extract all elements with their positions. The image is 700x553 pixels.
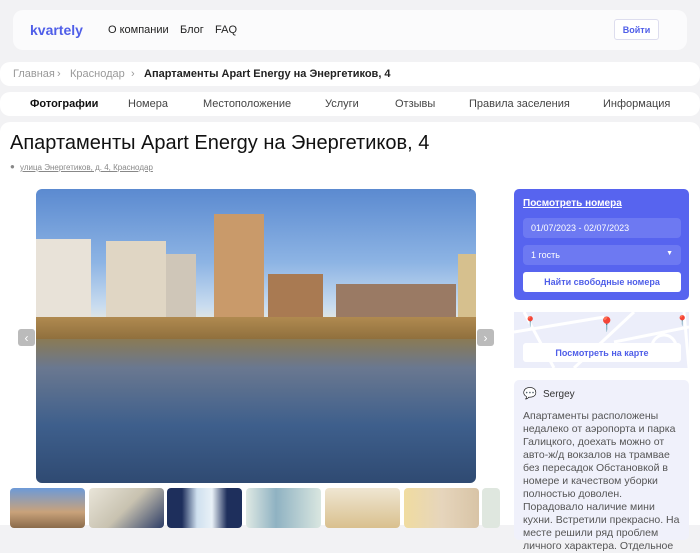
tab-reviews[interactable]: Отзывы [395,98,435,110]
date-range-input[interactable]: 01/07/2023 - 02/07/2023 [523,218,681,238]
tab-rules[interactable]: Правила заселения [469,98,570,110]
view-rooms-link[interactable]: Посмотреть номера [523,198,622,209]
breadcrumb: Главная › Краснодар › Апартаменты Apart … [0,62,700,86]
guests-select[interactable]: 1 гость ▼ [523,245,681,265]
photo-thumbnail[interactable] [246,488,321,528]
nav-blog[interactable]: Блог [180,24,204,36]
tab-info[interactable]: Информация [603,98,670,110]
chevron-right-icon: › [57,68,61,80]
photo-thumbnail[interactable] [404,488,479,528]
booking-panel: Посмотреть номера 01/07/2023 - 02/07/202… [514,189,689,300]
review-card: 💬 Sergey Апартаменты расположены недалек… [514,380,689,552]
chevron-right-icon: › [131,68,135,80]
nav-faq[interactable]: FAQ [215,24,237,36]
photo-thumbnail[interactable] [482,488,500,528]
header: kvartely О компании Блог FAQ Войти [13,10,687,50]
chevron-down-icon: ▼ [666,250,673,257]
breadcrumb-home[interactable]: Главная [13,68,55,80]
breadcrumb-current: Апартаменты Apart Energy на Энергетиков,… [144,68,391,80]
comment-icon: 💬 [523,388,537,400]
prev-photo-button[interactable]: ‹ [18,329,35,346]
breadcrumb-city[interactable]: Краснодар [70,68,125,80]
view-on-map-button[interactable]: Посмотреть на карте [523,343,681,362]
photo-thumbnail[interactable] [167,488,242,528]
guests-value: 1 гость [531,250,560,260]
photo-thumbnail[interactable] [325,488,400,528]
tabs: Фотографии Номера Местоположение Услуги … [0,92,700,116]
review-text: Апартаменты расположены недалеко от аэро… [523,410,680,552]
photo-thumbnail[interactable] [89,488,164,528]
map-preview: 📍 📍 📍 Посмотреть на карте [514,312,689,368]
main-photo[interactable] [36,189,476,483]
photo-thumbnail[interactable] [10,488,85,528]
find-rooms-button[interactable]: Найти свободные номера [523,272,681,292]
map-pin-icon: 📍 [524,317,537,328]
address-link[interactable]: улица Энергетиков, д. 4, Краснодар [20,163,153,172]
tab-rooms[interactable]: Номера [128,98,168,110]
map-pin-icon: 📍 [676,316,689,327]
location-pin-icon: ● [10,162,15,171]
tab-photos[interactable]: Фотографии [30,98,98,110]
nav-about[interactable]: О компании [108,24,169,36]
tab-location[interactable]: Местоположение [203,98,291,110]
logo[interactable]: kvartely [30,22,83,38]
next-photo-button[interactable]: › [477,329,494,346]
page-title: Апартаменты Apart Energy на Энергетиков,… [10,132,430,154]
tab-services[interactable]: Услуги [325,98,359,110]
map-pin-icon: 📍 [598,316,616,332]
login-button[interactable]: Войти [614,19,659,40]
main-content: Апартаменты Apart Energy на Энергетиков,… [0,122,700,552]
review-author: Sergey [543,389,575,400]
